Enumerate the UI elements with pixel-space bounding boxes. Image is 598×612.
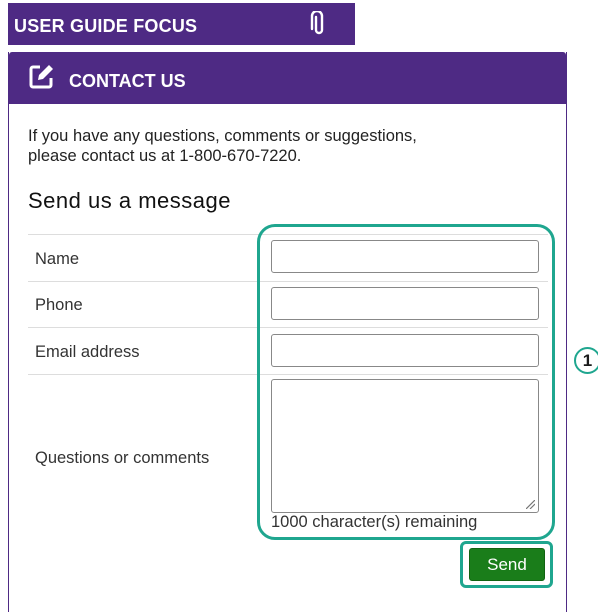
form-heading: Send us a message: [28, 188, 231, 213]
user-guide-tab: USER GUIDE FOCUS: [8, 3, 355, 45]
comments-label: Questions or comments: [35, 449, 210, 467]
email-label: Email address: [35, 343, 140, 361]
paperclip-icon: [310, 11, 324, 35]
panel-title: CONTACT US: [69, 71, 186, 91]
intro-line-2: please contact us at 1-800-670-7220.: [28, 147, 302, 165]
panel-header: CONTACT US: [9, 52, 566, 104]
send-button[interactable]: Send: [469, 548, 545, 581]
user-guide-title: USER GUIDE FOCUS: [14, 16, 198, 36]
intro-text: If you have any questions, comments or s…: [28, 126, 548, 166]
phone-label: Phone: [35, 296, 83, 314]
fields-highlight-annotation: [257, 224, 555, 540]
edit-icon: [29, 65, 53, 89]
intro-line-1: If you have any questions, comments or s…: [28, 127, 417, 145]
name-label: Name: [35, 250, 80, 268]
callout-number-badge: 1: [574, 347, 598, 374]
